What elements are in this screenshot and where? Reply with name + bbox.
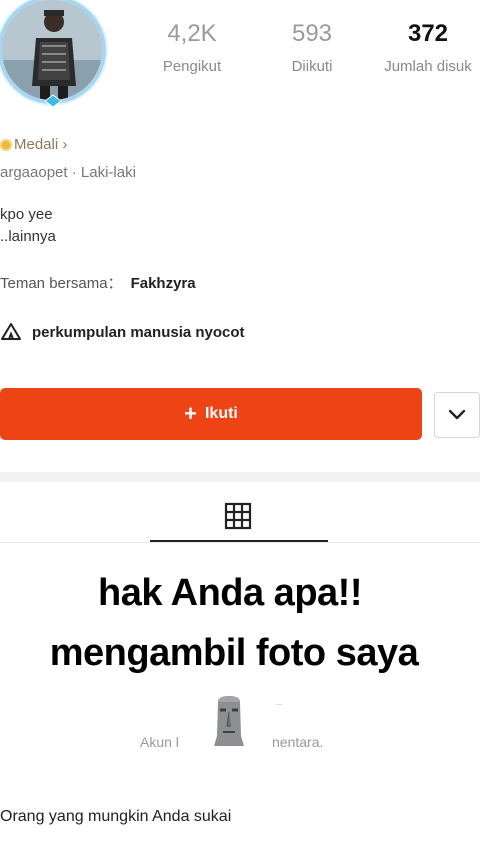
group-tent-icon bbox=[1, 323, 21, 340]
likes-label[interactable]: Jumlah disuk bbox=[368, 58, 480, 75]
likes-count[interactable]: 372 bbox=[368, 20, 480, 48]
bio-more-link[interactable]: ..lainnya bbox=[0, 228, 56, 245]
follow-label: Ikuti bbox=[204, 405, 238, 422]
plus-icon: + bbox=[184, 401, 197, 426]
tab-border bbox=[0, 542, 480, 543]
profile-meta: argaaopet · Laki-laki bbox=[0, 164, 136, 181]
avatar-image bbox=[2, 0, 102, 100]
avatar[interactable] bbox=[2, 0, 102, 100]
following-label[interactable]: Diikuti bbox=[252, 58, 372, 75]
mutual-name: Fakhzyra bbox=[130, 275, 196, 292]
overlay-caption-line2: mengambil foto saya bbox=[49, 632, 419, 674]
followers-count[interactable]: 4,2K bbox=[132, 20, 252, 48]
section-divider bbox=[0, 472, 480, 482]
group-name: perkumpulan manusia nyocot bbox=[32, 323, 245, 341]
mutual-friends[interactable]: Teman bersama： Fakhzyra bbox=[0, 272, 196, 293]
chevron-down-icon bbox=[448, 409, 466, 420]
mutual-label: Teman bersama： bbox=[0, 275, 123, 292]
medal-icon bbox=[0, 138, 12, 151]
medal-link[interactable]: Medali › bbox=[0, 136, 67, 153]
badge-icon bbox=[44, 94, 62, 108]
overlay-caption-line1: hak Anda apa!! bbox=[98, 572, 362, 614]
moai-icon bbox=[214, 696, 244, 746]
group-link[interactable]: perkumpulan manusia nyocot bbox=[0, 322, 245, 342]
private-notice-left: Akun l bbox=[140, 734, 179, 750]
follow-button[interactable]: + Ikuti bbox=[0, 388, 422, 440]
following-count[interactable]: 593 bbox=[252, 20, 372, 48]
medal-label: Medali › bbox=[14, 136, 68, 153]
suggestions-title: Orang yang mungkin Anda sukai bbox=[0, 808, 232, 825]
divider-mark bbox=[276, 704, 282, 705]
more-options-button[interactable] bbox=[434, 392, 480, 438]
bio-text: kpo yee bbox=[0, 206, 53, 223]
private-notice-right: nentara. bbox=[272, 734, 324, 750]
followers-label[interactable]: Pengikut bbox=[132, 58, 252, 75]
grid-icon[interactable] bbox=[224, 502, 252, 530]
